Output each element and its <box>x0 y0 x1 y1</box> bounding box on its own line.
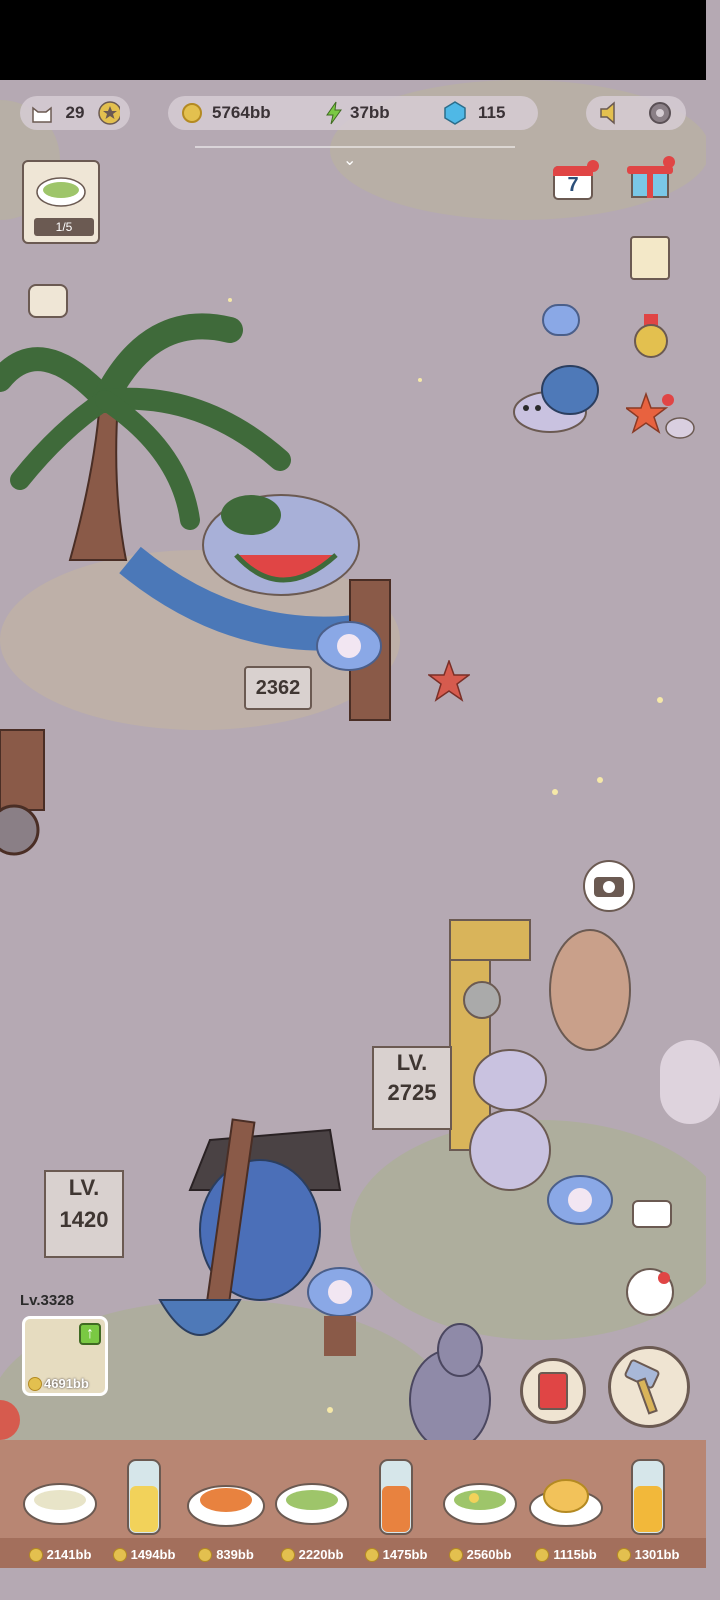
game-scene[interactable]: 29 5764bb 37bb 115 ⌄ 1/5 7 2362 LV. 2725… <box>0 80 720 1568</box>
grey-cat[interactable] <box>400 1310 510 1450</box>
system-pill <box>586 96 686 130</box>
shelf-item-orange-jar[interactable]: 1475bb <box>356 1456 436 1566</box>
upgrade-arrow-icon[interactable]: ↑ <box>79 1323 101 1345</box>
camera-button[interactable] <box>583 860 635 912</box>
calendar-button[interactable]: 7 <box>553 160 599 200</box>
shelf-item-soup-bowl[interactable]: 2220bb <box>272 1456 352 1566</box>
recipe-panel[interactable]: 1/5 <box>22 160 100 244</box>
coin-icon <box>616 1547 631 1562</box>
level-label: Lv.3328 <box>20 1292 74 1309</box>
build-hammer-button[interactable] <box>608 1346 690 1428</box>
task-list-button[interactable] <box>630 236 670 280</box>
pearl-shell[interactable] <box>314 616 384 676</box>
shelf-item-yellow-jar[interactable]: 1301bb <box>608 1456 688 1566</box>
rice-bowl-icon <box>23 1483 97 1525</box>
chat-icon[interactable] <box>542 304 580 336</box>
price-label: 2141bb <box>46 1547 92 1562</box>
camera-icon <box>594 877 624 897</box>
gift-button[interactable] <box>627 156 675 200</box>
coin-icon <box>535 1547 550 1562</box>
cat-icon <box>32 106 52 123</box>
seashell-event-icon[interactable] <box>626 390 698 450</box>
hammock-price-sign: 2362 <box>244 666 312 710</box>
coin-icon <box>448 1547 463 1562</box>
coin-count: 5764bb <box>212 103 271 122</box>
recipe-book-icon <box>538 1372 568 1410</box>
energy-icon <box>326 101 342 125</box>
coin-icon <box>280 1547 295 1562</box>
coin-icon <box>28 1376 42 1391</box>
shelf-item-rice-bowl[interactable]: 2141bb <box>20 1456 100 1566</box>
progress-track <box>195 146 515 148</box>
starfish[interactable] <box>428 660 470 702</box>
pearl-shell[interactable] <box>300 1252 380 1362</box>
calendar-day: 7 <box>567 174 579 196</box>
level-card[interactable]: Lv.3328 ↑ 4691bb <box>20 1292 112 1402</box>
recipe-progress: 1/5 <box>34 218 94 236</box>
watermelon-cat[interactable] <box>196 475 366 615</box>
coin-icon <box>182 103 202 123</box>
snail-character[interactable] <box>508 350 608 440</box>
pearl-shell[interactable] <box>540 1160 620 1240</box>
coin-icon <box>112 1547 127 1562</box>
coin-icon <box>364 1547 379 1562</box>
egg-pudding-icon <box>529 1479 603 1527</box>
price-label: 2220bb <box>298 1547 344 1562</box>
coin-icon <box>198 1547 213 1562</box>
camera-icon[interactable] <box>632 1200 672 1228</box>
gear-icon[interactable] <box>646 99 674 127</box>
chevron-down-icon[interactable]: ⌄ <box>343 150 356 170</box>
cat-count-pill[interactable]: 29 <box>20 96 130 130</box>
soup-bowl-icon <box>275 1483 349 1525</box>
mortar-level-banner: LV. 1420 <box>44 1170 124 1258</box>
shelf-item-veggie-plate[interactable]: 2560bb <box>440 1456 520 1566</box>
grinder-level-banner: LV. 2725 <box>372 1046 452 1130</box>
shelf-item-salad-plate[interactable]: 839bb <box>186 1456 266 1566</box>
salad-plate-icon <box>187 1485 265 1527</box>
income-row: 4691bb <box>28 1376 89 1391</box>
gem-count: 115 <box>478 103 506 122</box>
price-label: 1494bb <box>130 1547 176 1562</box>
veggie-plate-icon <box>443 1483 517 1525</box>
star-icon[interactable] <box>98 101 120 125</box>
income-value: 4691bb <box>44 1376 89 1391</box>
orange-jar-icon <box>379 1459 413 1535</box>
soup-bowl-icon <box>36 177 86 207</box>
hammer-icon <box>624 1359 660 1415</box>
juice-jar-icon <box>127 1459 161 1535</box>
cat-count: 29 <box>65 103 85 122</box>
status-bar <box>0 0 706 80</box>
menu-list-button[interactable] <box>626 1268 674 1316</box>
coin-icon <box>28 1547 43 1562</box>
energy-count: 37bb <box>350 103 390 122</box>
side-drawer-handle[interactable] <box>660 1040 720 1124</box>
cart <box>0 729 45 856</box>
shelf-item-egg-pudding[interactable]: 1115bb <box>526 1456 606 1566</box>
price-label: 2560bb <box>466 1547 512 1562</box>
recipe-book-button[interactable] <box>520 1358 586 1424</box>
resources-pill[interactable]: 5764bb 37bb 115 <box>168 96 538 130</box>
price-label: 1301bb <box>634 1547 680 1562</box>
shelf-item-juice-jar[interactable]: 1494bb <box>104 1456 184 1566</box>
yellow-jar-icon <box>631 1459 665 1535</box>
medal-button[interactable] <box>632 314 670 358</box>
gem-icon <box>444 101 466 125</box>
price-label: 1115bb <box>553 1547 597 1562</box>
price-label: 839bb <box>216 1547 254 1562</box>
price-label: 1475bb <box>382 1547 428 1562</box>
sound-icon[interactable] <box>598 100 624 126</box>
